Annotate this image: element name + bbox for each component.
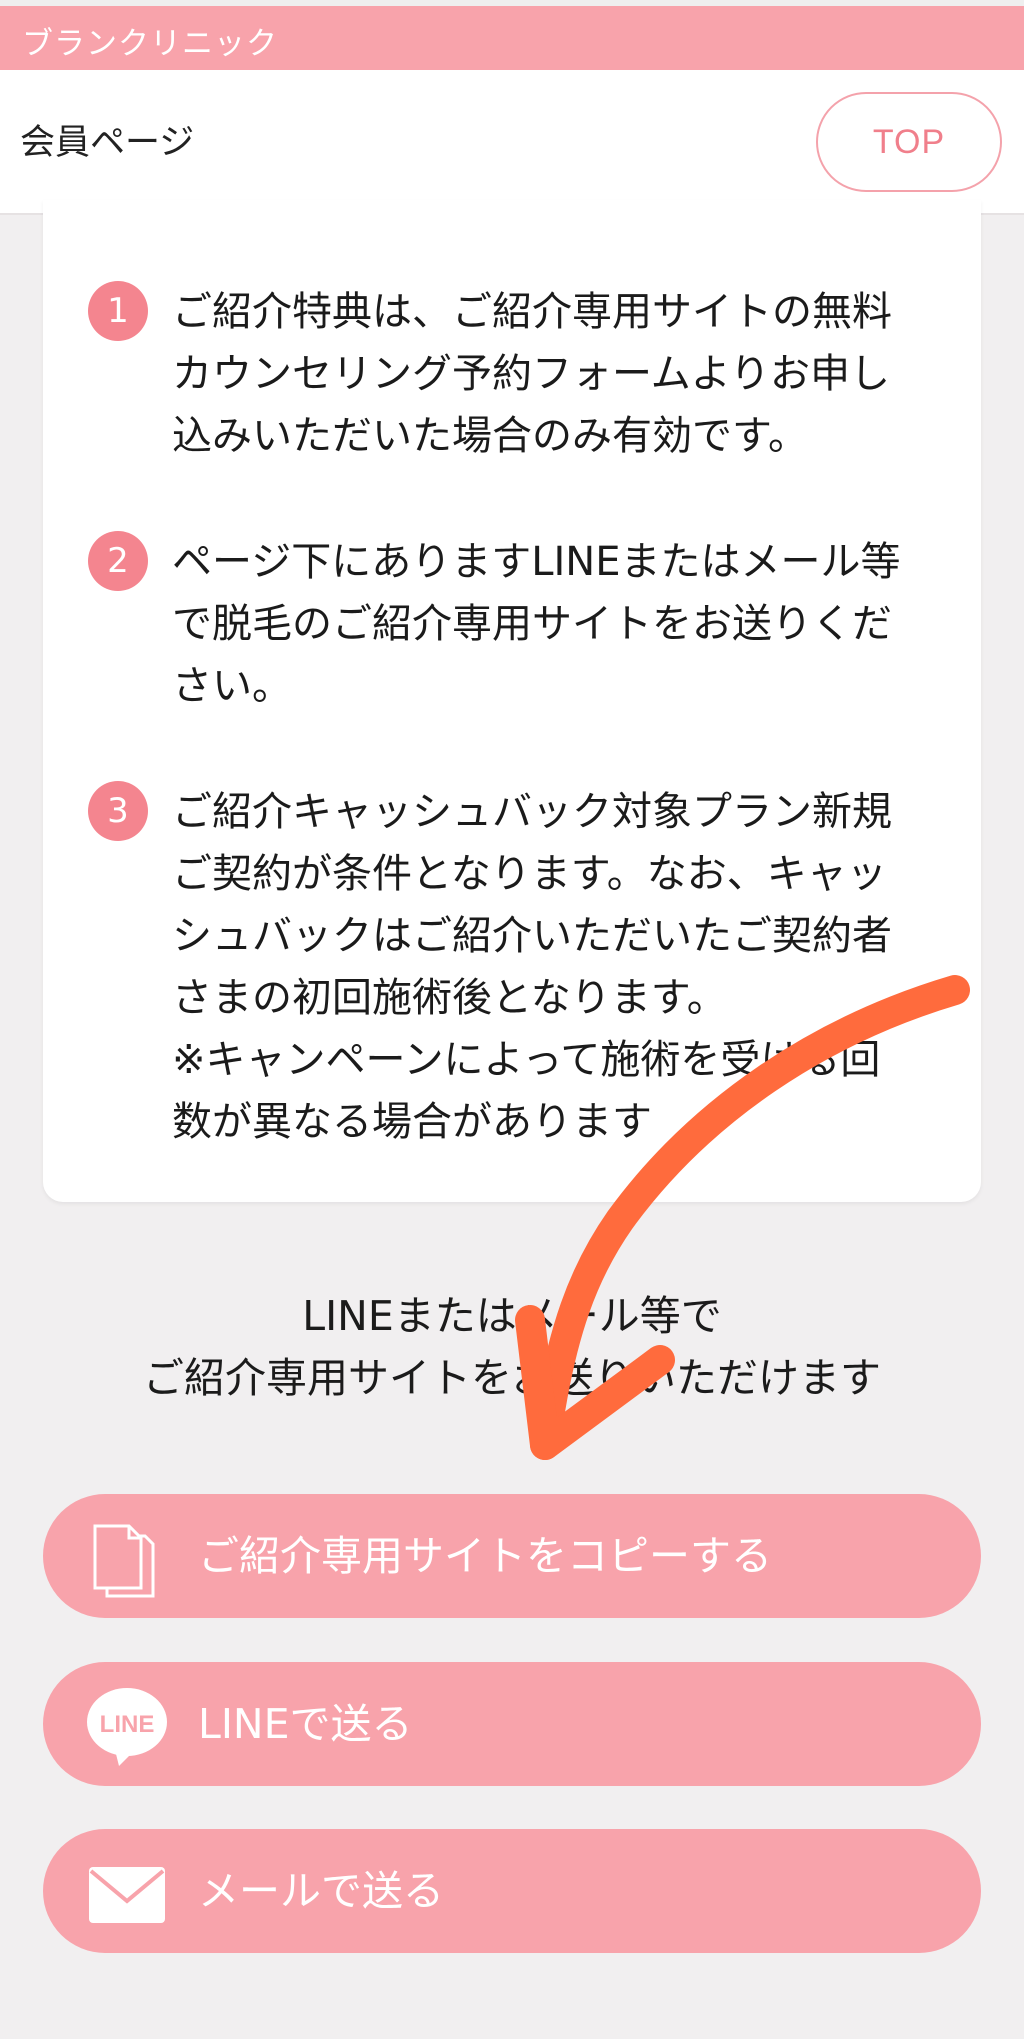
number-badge-1: 1	[88, 281, 148, 341]
page-title: 会員ページ	[20, 123, 195, 163]
header: 会員ページ TOP	[0, 70, 1024, 215]
share-instruction: LINEまたはメール等で ご紹介専用サイトをお送りいただけます	[143, 1292, 881, 1402]
send-line-label: LINEで送る	[198, 1700, 413, 1748]
note-text-2: ページ下にありますLINEまたはメール等 で脱毛のご紹介専用サイトをお送りくだ …	[172, 539, 901, 709]
send-mail-label: メールで送る	[198, 1867, 444, 1915]
page: ブランクリニック 会員ページ TOP 1 ご紹介特典は、ご紹介専用サイトの無料 …	[0, 0, 1024, 2039]
brand-name: ブランクリニック	[22, 26, 278, 62]
number-badge-2: 2	[88, 531, 148, 591]
send-line-button[interactable]: LINE LINEで送る	[43, 1662, 981, 1786]
send-mail-button[interactable]: メールで送る	[43, 1829, 981, 1953]
line-icon-text: LINE	[100, 1711, 155, 1738]
top-button[interactable]: TOP	[816, 92, 1002, 192]
top-bar: ブランクリニック	[0, 0, 1024, 70]
note-text-3: ご紹介キャッシュバック対象プラン新規 ご契約が条件となります。なお、キャッ シュ…	[172, 789, 892, 1145]
mail-icon	[85, 1851, 169, 1935]
note-item-1: ご紹介特典は、ご紹介専用サイトの無料 カウンセリング予約フォームよりお申し 込み…	[172, 281, 972, 467]
copy-link-button[interactable]: ご紹介専用サイトをコピーする	[43, 1494, 981, 1618]
copy-link-label: ご紹介専用サイトをコピーする	[198, 1532, 772, 1580]
line-icon: LINE	[85, 1684, 169, 1768]
number-badge-3: 3	[88, 781, 148, 841]
note-item-2: ページ下にありますLINEまたはメール等 で脱毛のご紹介専用サイトをお送りくだ …	[172, 531, 972, 717]
note-text-1: ご紹介特典は、ご紹介専用サイトの無料 カウンセリング予約フォームよりお申し 込み…	[172, 289, 892, 459]
copy-icon	[85, 1516, 169, 1600]
note-item-3: ご紹介キャッシュバック対象プラン新規 ご契約が条件となります。なお、キャッ シュ…	[172, 781, 972, 1153]
